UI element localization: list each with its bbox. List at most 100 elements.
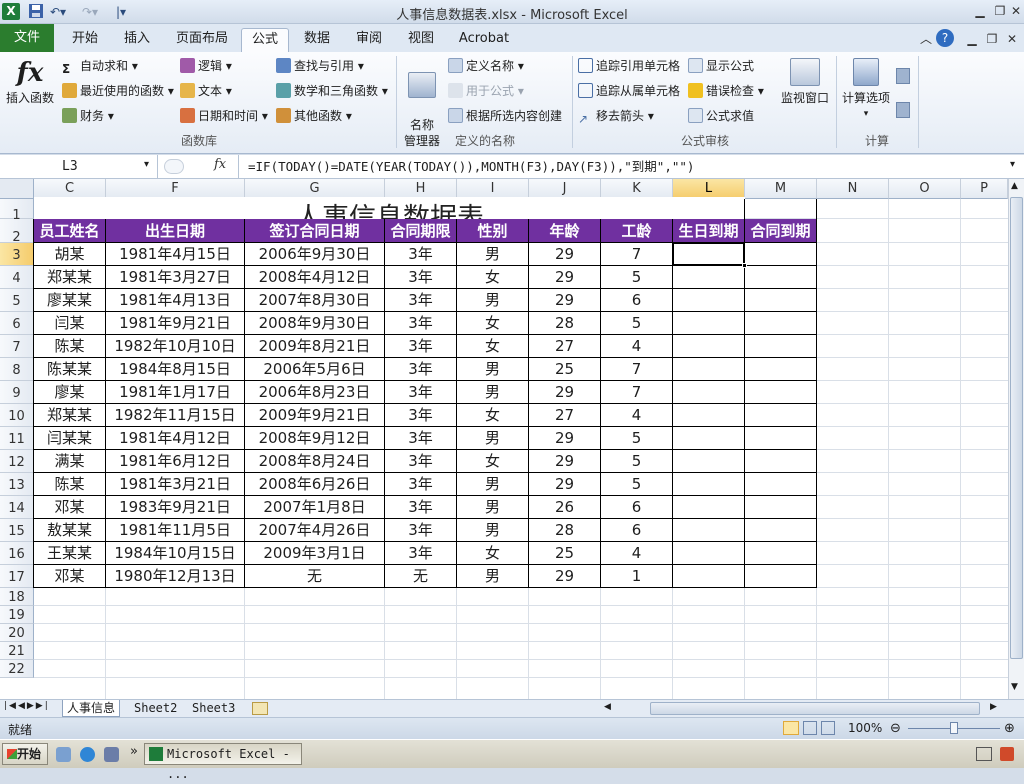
column-header-c[interactable]: C <box>34 179 106 199</box>
vertical-scroll-thumb[interactable] <box>1010 197 1023 659</box>
select-all-corner[interactable] <box>0 179 34 199</box>
table-cell[interactable]: 女 <box>457 312 528 334</box>
table-cell[interactable]: 7 <box>601 358 672 380</box>
zoom-in-icon[interactable]: ⊕ <box>1004 721 1015 736</box>
table-cell[interactable]: 廖某 <box>34 381 105 403</box>
table-cell[interactable]: 25 <box>529 542 600 564</box>
table-cell[interactable]: 女 <box>457 450 528 472</box>
fx-insert-icon[interactable]: fx <box>214 157 226 172</box>
table-cell[interactable]: 3年 <box>385 335 456 357</box>
table-cell[interactable]: 男 <box>457 427 528 449</box>
table-cell[interactable]: 5 <box>601 427 672 449</box>
active-cell-l3[interactable] <box>672 242 745 266</box>
column-header-l[interactable]: L <box>673 179 745 199</box>
tab-insert[interactable]: 插入 <box>116 28 158 52</box>
row-header-9[interactable]: 9 <box>0 381 34 404</box>
table-cell[interactable]: 男 <box>457 519 528 541</box>
table-cell[interactable]: 1 <box>601 565 672 587</box>
table-cell[interactable]: 邓某 <box>34 565 105 587</box>
expand-formula-bar-icon[interactable]: ▾ <box>1010 159 1015 170</box>
table-cell[interactable]: 5 <box>601 450 672 472</box>
table-cell[interactable]: 3年 <box>385 450 456 472</box>
tab-review[interactable]: 审阅 <box>348 28 390 52</box>
table-cell[interactable]: 女 <box>457 266 528 288</box>
table-cell[interactable]: 3年 <box>385 473 456 495</box>
row-header-20[interactable]: 20 <box>0 624 34 642</box>
table-cell[interactable]: 2008年6月26日 <box>245 473 384 495</box>
table-cell[interactable]: 闫某某 <box>34 427 105 449</box>
table-cell[interactable]: 男 <box>457 496 528 518</box>
wb-minimize-icon[interactable]: ▁ <box>962 30 982 48</box>
table-cell[interactable]: 1982年11月15日 <box>106 404 244 426</box>
datetime-button[interactable]: 日期和时间 ▾ <box>180 108 268 124</box>
row-header-22[interactable]: 22 <box>0 660 34 678</box>
table-cell[interactable]: 6 <box>601 289 672 311</box>
table-cell[interactable]: 5 <box>601 266 672 288</box>
table-cell[interactable]: 2008年9月30日 <box>245 312 384 334</box>
row-header-21[interactable]: 21 <box>0 642 34 660</box>
normal-view-icon[interactable] <box>783 721 799 735</box>
table-cell[interactable]: 29 <box>529 266 600 288</box>
sheet-tab-active[interactable]: 人事信息 <box>62 700 121 717</box>
table-cell[interactable]: 女 <box>457 335 528 357</box>
tab-file[interactable]: 文件 <box>0 24 54 52</box>
table-cell[interactable]: 3年 <box>385 266 456 288</box>
table-cell[interactable]: 3年 <box>385 289 456 311</box>
ie-icon[interactable] <box>80 747 95 762</box>
table-cell[interactable]: 27 <box>529 404 600 426</box>
table-cell[interactable]: 2009年3月1日 <box>245 542 384 564</box>
table-cell[interactable]: 男 <box>457 473 528 495</box>
calculate-sheet-icon[interactable] <box>896 102 910 118</box>
table-cell[interactable]: 29 <box>529 565 600 587</box>
table-cell[interactable]: 女 <box>457 542 528 564</box>
table-cell[interactable]: 郑某某 <box>34 404 105 426</box>
table-cell[interactable]: 2008年4月12日 <box>245 266 384 288</box>
name-box[interactable]: L3 <box>0 155 158 179</box>
table-cell[interactable]: 郑某某 <box>34 266 105 288</box>
tab-page-layout[interactable]: 页面布局 <box>170 28 234 52</box>
table-cell[interactable]: 3年 <box>385 381 456 403</box>
table-cell[interactable]: 29 <box>529 243 600 265</box>
row-header-2[interactable]: 2 <box>0 219 34 245</box>
table-cell[interactable]: 1980年12月13日 <box>106 565 244 587</box>
table-cell[interactable]: 无 <box>245 565 384 587</box>
table-cell[interactable]: 5 <box>601 312 672 334</box>
row-header-5[interactable]: 5 <box>0 289 34 312</box>
column-header-k[interactable]: K <box>601 179 673 199</box>
calculate-now-icon[interactable] <box>896 68 910 84</box>
column-header-m[interactable]: M <box>745 179 817 199</box>
use-in-formula-button[interactable]: 用于公式 ▾ <box>448 83 524 99</box>
row-header-6[interactable]: 6 <box>0 312 34 335</box>
close-icon[interactable]: ✕ <box>1006 2 1024 20</box>
formula-bar-expand-handle[interactable] <box>164 159 184 174</box>
row-header-16[interactable]: 16 <box>0 542 34 565</box>
table-cell[interactable]: 2008年9月12日 <box>245 427 384 449</box>
table-cell[interactable]: 2009年8月21日 <box>245 335 384 357</box>
row-header-19[interactable]: 19 <box>0 606 34 624</box>
column-header-n[interactable]: N <box>817 179 889 199</box>
table-cell[interactable]: 7 <box>601 381 672 403</box>
insert-function-button[interactable]: fx 插入函数 <box>4 56 56 106</box>
row-header-13[interactable]: 13 <box>0 473 34 496</box>
fill-handle[interactable] <box>742 263 747 268</box>
taskbar-excel-button[interactable]: Microsoft Excel - ... <box>144 743 302 781</box>
page-break-view-icon[interactable] <box>821 721 835 735</box>
tab-home[interactable]: 开始 <box>64 28 106 52</box>
row-header-3[interactable]: 3 <box>0 243 34 266</box>
column-header-h[interactable]: H <box>385 179 457 199</box>
worksheet-grid[interactable]: CFGHIJKLMNOP 1 2 3 4 5 6 7 8 9 10 11 12 13 14 15 16 17 18… <box>0 179 1008 699</box>
column-header-j[interactable]: J <box>529 179 601 199</box>
table-cell[interactable]: 27 <box>529 335 600 357</box>
logical-button[interactable]: 逻辑 ▾ <box>180 58 232 74</box>
table-cell[interactable]: 3年 <box>385 519 456 541</box>
row-header-12[interactable]: 12 <box>0 450 34 473</box>
scroll-down-icon[interactable]: ▼ <box>1011 682 1018 692</box>
table-cell[interactable]: 无 <box>385 565 456 587</box>
table-cell[interactable]: 29 <box>529 450 600 472</box>
text-button[interactable]: 文本 ▾ <box>180 83 232 99</box>
row-header-8[interactable]: 8 <box>0 358 34 381</box>
table-cell[interactable]: 25 <box>529 358 600 380</box>
formula-input[interactable]: =IF(TODAY()=DATE(YEAR(TODAY()),MONTH(F3)… <box>248 155 1008 179</box>
table-cell[interactable]: 29 <box>529 427 600 449</box>
table-cell[interactable]: 3年 <box>385 542 456 564</box>
